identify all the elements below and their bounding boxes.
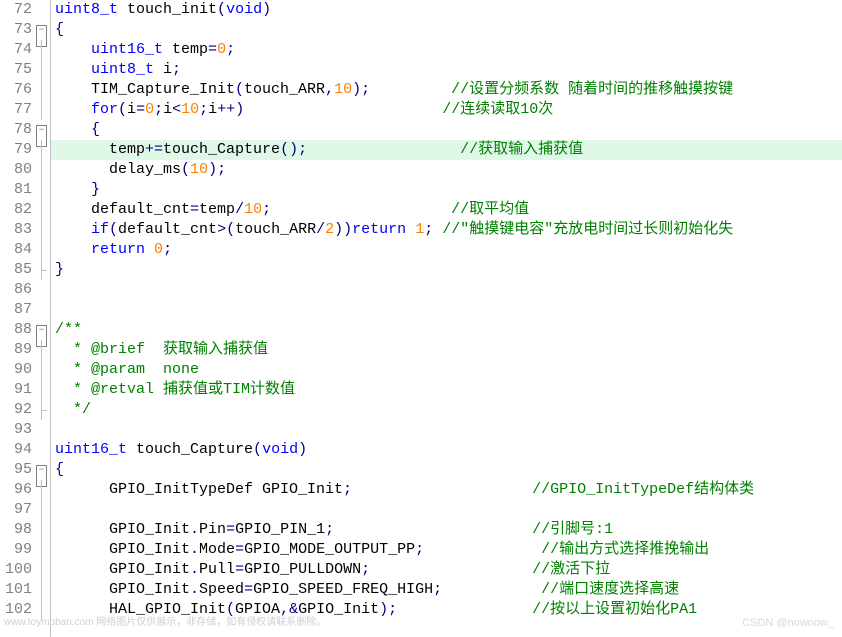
line-number: 95	[0, 460, 34, 480]
code-line[interactable]: uint16_t temp=0;	[51, 40, 842, 60]
fold-cell	[34, 600, 50, 620]
code-line[interactable]: for(i=0;i<10;i++) //连续读取10次	[51, 100, 842, 120]
fold-cell	[34, 100, 50, 120]
fold-cell[interactable]: −	[34, 460, 50, 480]
fold-cell	[34, 380, 50, 400]
code-line[interactable]: uint8_t touch_init(void)	[51, 0, 842, 20]
fold-cell	[34, 400, 50, 420]
line-number: 102	[0, 600, 34, 620]
line-number: 89	[0, 340, 34, 360]
line-number: 81	[0, 180, 34, 200]
line-number: 83	[0, 220, 34, 240]
fold-cell	[34, 260, 50, 280]
fold-cell	[34, 480, 50, 500]
line-number: 77	[0, 100, 34, 120]
line-number: 94	[0, 440, 34, 460]
line-number: 92	[0, 400, 34, 420]
line-number: 88	[0, 320, 34, 340]
code-line[interactable]	[51, 280, 842, 300]
code-line[interactable]: }	[51, 180, 842, 200]
line-number: 86	[0, 280, 34, 300]
line-number: 90	[0, 360, 34, 380]
code-line[interactable]: return 0;	[51, 240, 842, 260]
line-number: 79	[0, 140, 34, 160]
line-number: 101	[0, 580, 34, 600]
code-line[interactable]: delay_ms(10);	[51, 160, 842, 180]
line-number: 99	[0, 540, 34, 560]
line-number: 97	[0, 500, 34, 520]
code-line[interactable]: GPIO_Init.Mode=GPIO_MODE_OUTPUT_PP; //输出…	[51, 540, 842, 560]
code-line[interactable]: HAL_GPIO_Init(GPIOA,&GPIO_Init); //按以上设置…	[51, 600, 842, 620]
line-number: 93	[0, 420, 34, 440]
fold-cell	[34, 520, 50, 540]
code-line[interactable]: if(default_cnt>(touch_ARR/2))return 1; /…	[51, 220, 842, 240]
code-line[interactable]: {	[51, 120, 842, 140]
code-line[interactable]	[51, 300, 842, 320]
fold-cell	[34, 160, 50, 180]
fold-cell	[34, 40, 50, 60]
fold-cell[interactable]: −	[34, 320, 50, 340]
fold-cell[interactable]: −	[34, 20, 50, 40]
code-line[interactable]: GPIO_Init.Speed=GPIO_SPEED_FREQ_HIGH; //…	[51, 580, 842, 600]
fold-cell	[34, 580, 50, 600]
line-number: 87	[0, 300, 34, 320]
code-line[interactable]: /**	[51, 320, 842, 340]
code-line[interactable]	[51, 420, 842, 440]
line-number: 75	[0, 60, 34, 80]
line-number: 100	[0, 560, 34, 580]
code-line[interactable]: default_cnt=temp/10; //取平均值	[51, 200, 842, 220]
code-line[interactable]: GPIO_InitTypeDef GPIO_Init; //GPIO_InitT…	[51, 480, 842, 500]
line-number: 72	[0, 0, 34, 20]
fold-cell	[34, 280, 50, 300]
fold-cell	[34, 360, 50, 380]
fold-cell	[34, 560, 50, 580]
fold-column[interactable]: − − − −	[34, 0, 51, 637]
code-line[interactable]: * @brief 获取输入捕获值	[51, 340, 842, 360]
fold-cell	[34, 60, 50, 80]
line-number: 91	[0, 380, 34, 400]
fold-cell	[34, 200, 50, 220]
line-number-gutter: 7273747576777879808182838485868788899091…	[0, 0, 34, 637]
fold-cell	[34, 420, 50, 440]
code-line[interactable]: temp+=touch_Capture(); //获取输入捕获值	[51, 140, 842, 160]
line-number: 76	[0, 80, 34, 100]
fold-cell	[34, 540, 50, 560]
line-number: 80	[0, 160, 34, 180]
fold-cell	[34, 340, 50, 360]
code-line[interactable]: GPIO_Init.Pull=GPIO_PULLDOWN; //激活下拉	[51, 560, 842, 580]
fold-cell	[34, 0, 50, 20]
code-line[interactable]: {	[51, 460, 842, 480]
fold-cell[interactable]: −	[34, 120, 50, 140]
fold-cell	[34, 140, 50, 160]
code-line[interactable]: {	[51, 20, 842, 40]
fold-cell	[34, 240, 50, 260]
code-line[interactable]: TIM_Capture_Init(touch_ARR,10); //设置分频系数…	[51, 80, 842, 100]
line-number: 73	[0, 20, 34, 40]
code-line[interactable]: }	[51, 260, 842, 280]
line-number: 84	[0, 240, 34, 260]
fold-cell	[34, 220, 50, 240]
fold-cell	[34, 300, 50, 320]
code-line[interactable]: */	[51, 400, 842, 420]
fold-cell	[34, 180, 50, 200]
code-line[interactable]: * @param none	[51, 360, 842, 380]
code-line[interactable]	[51, 500, 842, 520]
line-number: 85	[0, 260, 34, 280]
code-line[interactable]: * @retval 捕获值或TIM计数值	[51, 380, 842, 400]
code-area[interactable]: uint8_t touch_init(void){ uint16_t temp=…	[51, 0, 842, 637]
line-number: 74	[0, 40, 34, 60]
code-line[interactable]: uint8_t i;	[51, 60, 842, 80]
fold-cell	[34, 440, 50, 460]
line-number: 82	[0, 200, 34, 220]
fold-cell	[34, 80, 50, 100]
code-line[interactable]: GPIO_Init.Pin=GPIO_PIN_1; //引脚号:1	[51, 520, 842, 540]
line-number: 98	[0, 520, 34, 540]
line-number: 78	[0, 120, 34, 140]
fold-cell	[34, 500, 50, 520]
line-number: 96	[0, 480, 34, 500]
code-line[interactable]: uint16_t touch_Capture(void)	[51, 440, 842, 460]
code-editor[interactable]: 7273747576777879808182838485868788899091…	[0, 0, 842, 637]
